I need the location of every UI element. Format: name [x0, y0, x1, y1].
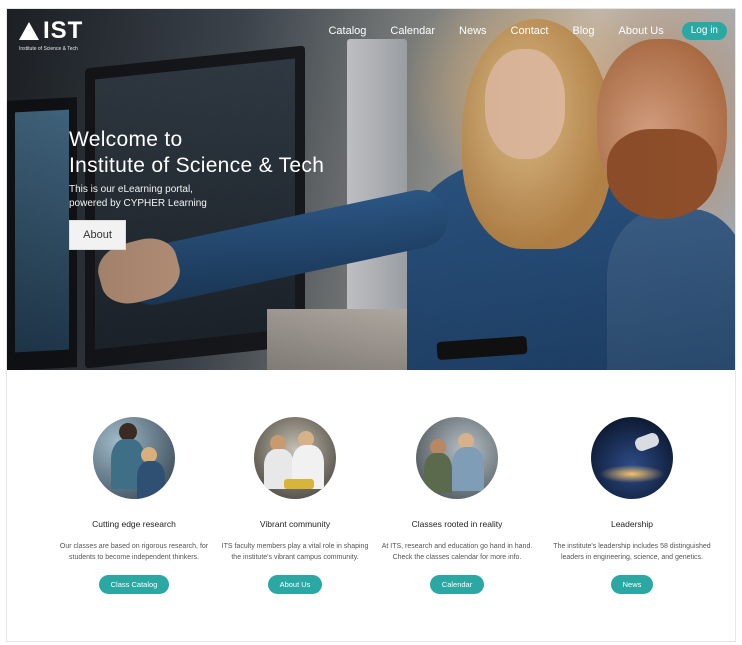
feature-description: ITS faculty members play a vital role in… [221, 543, 369, 561]
classes-photo [416, 417, 498, 499]
hero-title-line2: Institute of Science & Tech [69, 154, 325, 177]
feature-title: Leadership [610, 519, 654, 529]
feature-leadership: Leadership The institute's leadership in… [547, 417, 717, 594]
hero-subtitle-line1: This is our eLearning portal, [69, 184, 193, 195]
community-photo [254, 417, 336, 499]
feature-title: Cutting edge research [92, 519, 176, 529]
nav-blog[interactable]: Blog [560, 22, 606, 40]
hero-banner: IST Institute of Science & Tech Catalog … [7, 9, 735, 370]
feature-description: Our classes are based on rigorous resear… [59, 543, 209, 561]
research-photo [93, 417, 175, 499]
hero-subtitle-line2: powered by CYPHER Learning [69, 198, 207, 209]
page: IST Institute of Science & Tech Catalog … [6, 8, 736, 642]
about-us-button[interactable]: About Us [267, 575, 323, 594]
main-nav: Catalog Calendar News Contact Blog About… [316, 22, 727, 40]
nav-about-us[interactable]: About Us [607, 22, 676, 40]
login-button[interactable]: Log in [681, 22, 727, 40]
news-button[interactable]: News [610, 575, 654, 594]
hero-text: Welcome to Institute of Science & Tech T… [69, 127, 324, 211]
nav-catalog[interactable]: Catalog [316, 22, 378, 40]
hero-title-line1: Welcome to [69, 128, 183, 151]
feature-title: Classes rooted in reality [411, 519, 503, 529]
features-section: Cutting edge research Our classes are ba… [7, 370, 735, 641]
nav-calendar[interactable]: Calendar [378, 22, 447, 40]
logo-triangle-icon [19, 22, 39, 40]
nav-contact[interactable]: Contact [499, 22, 561, 40]
logo-tagline: Institute of Science & Tech [19, 46, 78, 52]
feature-community: Vibrant community ITS faculty members pl… [210, 417, 380, 594]
feature-classes: Classes rooted in reality At ITS, resear… [372, 417, 542, 594]
site-logo[interactable]: IST Institute of Science & Tech [19, 17, 83, 52]
camera-icon [633, 431, 661, 453]
nav-news[interactable]: News [447, 22, 499, 40]
feature-research: Cutting edge research Our classes are ba… [49, 417, 219, 594]
calendar-button[interactable]: Calendar [429, 575, 485, 594]
feature-title: Vibrant community [259, 519, 331, 529]
leadership-photo [591, 417, 673, 499]
hero-about-button[interactable]: About [69, 220, 126, 250]
feature-description: At ITS, research and education go hand i… [381, 543, 533, 561]
feature-description: The institute's leadership includes 58 d… [553, 543, 711, 561]
class-catalog-button[interactable]: Class Catalog [98, 575, 170, 594]
